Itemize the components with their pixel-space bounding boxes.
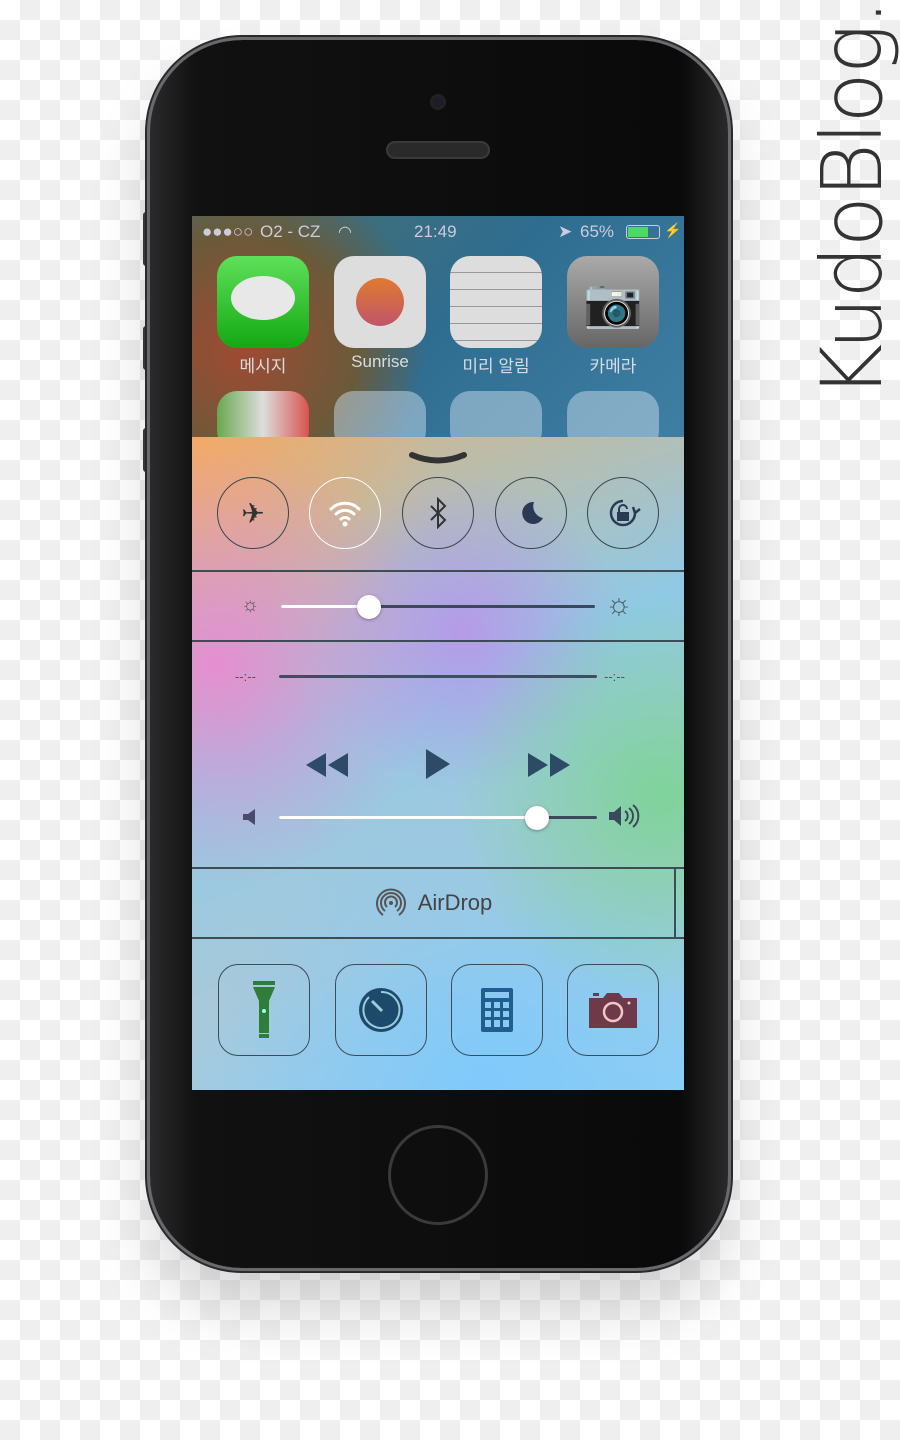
airplane-mode-toggle[interactable]: ✈ bbox=[217, 477, 289, 549]
app-label: 메시지 bbox=[239, 357, 287, 376]
bluetooth-toggle[interactable] bbox=[402, 477, 474, 549]
battery-icon bbox=[626, 225, 660, 239]
flashlight-button[interactable] bbox=[218, 964, 310, 1056]
camera-icon: 📷 bbox=[567, 256, 659, 348]
app-sunrise[interactable]: Sunrise bbox=[334, 256, 426, 372]
calculator-icon bbox=[481, 988, 513, 1032]
airdrop-label: AirDrop bbox=[417, 890, 493, 915]
rewind-button[interactable] bbox=[304, 751, 350, 779]
app-camera[interactable]: 📷 카메라 bbox=[567, 256, 659, 377]
speaker-grille bbox=[386, 141, 490, 159]
charging-icon: ⚡ bbox=[664, 222, 682, 238]
wifi-toggle[interactable] bbox=[309, 477, 381, 549]
rotation-lock-icon bbox=[609, 499, 641, 527]
app-reminders[interactable]: 미리 알림 bbox=[450, 256, 542, 377]
app-label: 카메라 bbox=[589, 357, 637, 376]
app-label: 미리 알림 bbox=[462, 357, 530, 376]
app-messages[interactable]: 메시지 bbox=[217, 256, 309, 377]
sunrise-calendar-icon bbox=[334, 256, 426, 348]
timer-button[interactable] bbox=[335, 964, 427, 1056]
home-button[interactable] bbox=[388, 1125, 488, 1225]
grabber-chevron-icon[interactable] bbox=[408, 451, 468, 464]
brightness-thumb[interactable] bbox=[356, 595, 381, 619]
signal-strength: ●●●○○ bbox=[202, 222, 254, 241]
messages-icon bbox=[217, 256, 309, 348]
fast-forward-button[interactable] bbox=[526, 751, 572, 779]
divider bbox=[192, 937, 684, 939]
clock: 21:49 bbox=[414, 222, 457, 241]
airdrop-button[interactable]: AirDrop bbox=[192, 869, 676, 937]
carrier: O2 - CZ bbox=[260, 222, 321, 241]
wifi-icon bbox=[329, 501, 361, 527]
do-not-disturb-toggle[interactable] bbox=[495, 477, 567, 549]
home-screen: ●●●○○ O2 - CZ ◠ 21:49 ➤ 65% ⚡ 메시지 Sunris… bbox=[192, 216, 684, 451]
airdrop-icon bbox=[375, 888, 406, 916]
play-button[interactable] bbox=[424, 747, 452, 781]
front-camera bbox=[430, 94, 446, 110]
wifi-icon: ◠ bbox=[338, 224, 352, 241]
elapsed-time: --:-- bbox=[235, 669, 256, 684]
control-center: ✈ ☼ ☼ --:-- --:-- AirDrop bbox=[192, 437, 684, 1090]
volume-fill bbox=[279, 816, 537, 819]
bluetooth-icon bbox=[430, 497, 447, 529]
volume-high-icon bbox=[609, 804, 640, 828]
divider bbox=[192, 640, 684, 642]
volume-low-icon bbox=[243, 809, 255, 825]
brightness-high-icon: ☼ bbox=[605, 588, 633, 621]
airplane-icon: ✈ bbox=[241, 497, 265, 529]
moon-icon bbox=[522, 501, 543, 524]
reminders-icon bbox=[450, 256, 542, 348]
app-label: Sunrise bbox=[351, 352, 409, 371]
location-icon: ➤ bbox=[558, 222, 573, 241]
brightness-low-icon: ☼ bbox=[241, 594, 260, 616]
brightness-fill bbox=[281, 605, 369, 608]
volume-thumb[interactable] bbox=[524, 806, 549, 830]
timer-icon bbox=[359, 988, 403, 1032]
screen: ●●●○○ O2 - CZ ◠ 21:49 ➤ 65% ⚡ 메시지 Sunris… bbox=[192, 216, 684, 1090]
kudoblog-watermark: KudoBlog. bbox=[803, 1, 900, 399]
playback-scrubber[interactable] bbox=[279, 675, 597, 678]
camera-button[interactable] bbox=[567, 964, 659, 1056]
calculator-button[interactable] bbox=[451, 964, 543, 1056]
rotation-lock-toggle[interactable] bbox=[587, 477, 659, 549]
battery-percent: 65% bbox=[580, 222, 615, 241]
remaining-time: --:-- bbox=[604, 669, 625, 684]
divider bbox=[192, 570, 684, 572]
camera-icon bbox=[589, 993, 637, 1028]
flashlight-icon bbox=[253, 981, 275, 1038]
